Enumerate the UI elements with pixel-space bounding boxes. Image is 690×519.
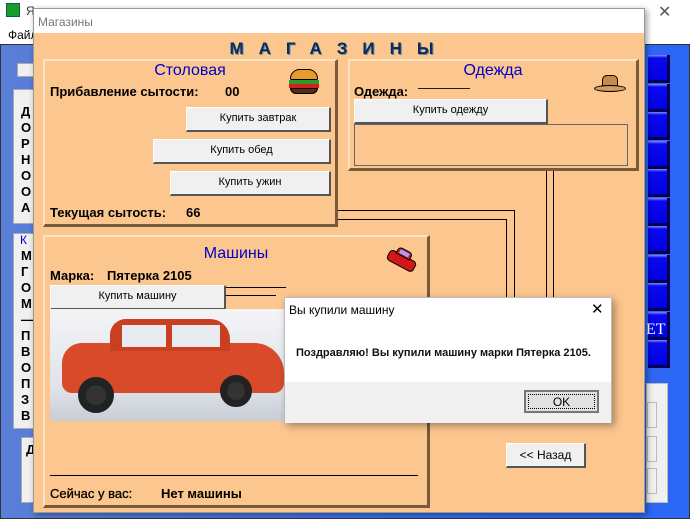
blue-menu-button[interactable] — [648, 340, 670, 368]
car-brand-value: Пятерка 2105 — [107, 268, 192, 283]
canteen-panel: Столовая Прибавление сытости: 00 Купить … — [43, 59, 338, 227]
close-icon[interactable]: ✕ — [658, 2, 671, 22]
connector-line — [226, 287, 286, 288]
dialog-message: Поздравляю! Вы купили машину марки Пятер… — [296, 347, 591, 359]
blue-menu-button[interactable] — [648, 197, 670, 226]
connector-line — [514, 210, 515, 300]
button[interactable] — [647, 436, 657, 462]
right-lower-panel — [646, 383, 668, 503]
blue-menu-button[interactable] — [648, 226, 670, 254]
message-dialog: Вы купили машину ✕ Поздравляю! Вы купили… — [284, 297, 612, 423]
group-label: К — [20, 233, 27, 247]
burger-icon — [289, 69, 319, 95]
satiety-gain-value: 00 — [225, 84, 240, 99]
button[interactable] — [647, 402, 657, 428]
window-title: Магазины — [34, 9, 644, 33]
cars-title: Машины — [203, 245, 269, 262]
ok-button-label: OK — [552, 395, 571, 409]
back-button[interactable]: << Назад — [506, 443, 586, 468]
dialog-close-icon[interactable]: ✕ — [591, 300, 604, 318]
current-satiety-label: Текущая сытость: — [50, 205, 167, 220]
ok-button[interactable]: OK — [524, 390, 599, 413]
connector-line — [506, 219, 507, 299]
blue-menu-button[interactable] — [648, 283, 670, 311]
divider — [50, 475, 418, 476]
car-brand-label: Марка: — [50, 268, 95, 283]
connector-line — [226, 295, 276, 296]
satiety-gain-label: Прибавление сытости: — [50, 84, 199, 99]
current-car-value: Нет машины — [161, 486, 242, 501]
blue-menu-button[interactable] — [648, 254, 670, 283]
buy-car-button[interactable]: Купить машину — [50, 285, 226, 310]
connector-line — [334, 219, 506, 220]
shops-window: Магазины МАГАЗИНЫ Столовая Прибавление с… — [33, 8, 645, 513]
blue-menu-button[interactable] — [648, 112, 670, 140]
dialog-title: Вы купили машину — [289, 303, 395, 317]
buy-breakfast-button[interactable]: Купить завтрак — [186, 107, 331, 132]
app-icon — [6, 3, 20, 17]
clothes-value: ———— — [418, 80, 470, 95]
clothes-label: Одежда: — [354, 84, 409, 99]
hat-icon — [594, 75, 626, 95]
shops-heading: МАГАЗИНЫ — [229, 39, 449, 58]
buy-clothes-button[interactable]: Купить одежду — [354, 99, 548, 124]
clothes-panel: Одежда Одежда: ———— Купить одежду — [348, 59, 639, 171]
blue-menu-button[interactable] — [648, 83, 670, 112]
button[interactable] — [647, 468, 657, 494]
buy-dinner-button[interactable]: Купить ужин — [170, 171, 331, 196]
blue-button-label: ЕТ — [646, 321, 666, 338]
blue-menu-button[interactable] — [648, 169, 670, 197]
blue-menu-button[interactable] — [648, 140, 670, 169]
current-satiety-value: 66 — [186, 205, 201, 220]
dialog-footer: OK — [285, 382, 611, 423]
buy-lunch-button[interactable]: Купить обед — [153, 139, 331, 164]
connector-line — [553, 169, 554, 299]
connector-line — [334, 210, 514, 211]
current-car-label: Сейчас у вас: — [50, 486, 133, 501]
blue-menu-button[interactable] — [648, 55, 670, 83]
car-photo — [50, 309, 290, 421]
connector-line — [546, 169, 547, 299]
clothes-list — [354, 124, 628, 166]
